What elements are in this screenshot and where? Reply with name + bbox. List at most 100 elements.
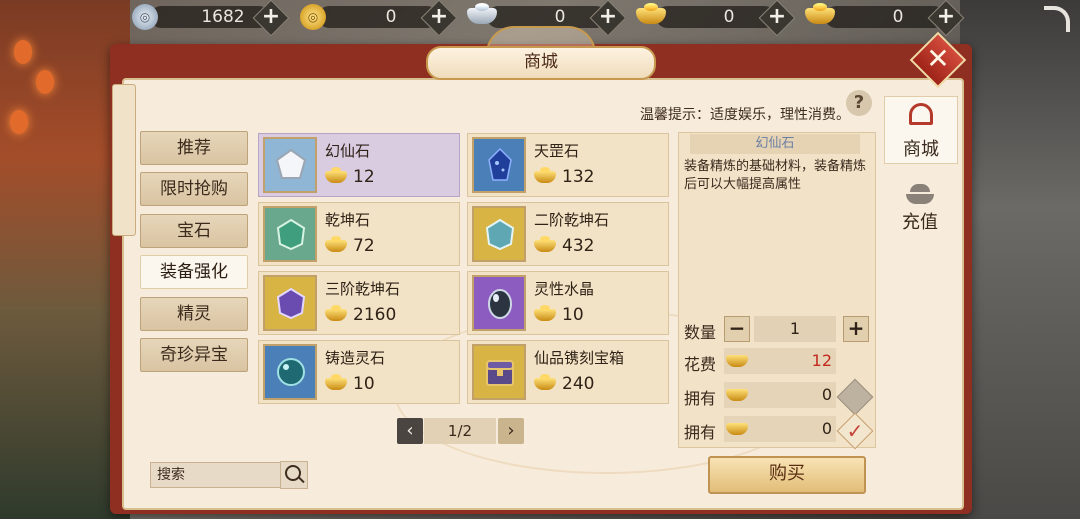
search-input[interactable]: 搜索 [150,462,288,488]
page-title: 商城 [426,46,656,80]
increase-quantity-button[interactable]: + [843,316,869,342]
shop-item[interactable]: 幻仙石 12 [258,133,460,197]
gold-ingot-icon [325,305,347,321]
search-icon [285,465,301,481]
item-thumbnail [263,344,317,400]
treasure-chest-icon [486,360,514,386]
item-thumbnail [263,275,317,331]
teal-orb-icon [277,358,305,386]
cost-box: 12 [724,348,836,374]
side-tab-label: 商城 [903,139,939,160]
owned-value: 0 [821,419,832,438]
add-currency-button[interactable] [252,0,290,37]
side-tab-shop[interactable]: 商城 [884,96,958,164]
lantern-decoration [14,40,32,64]
gold-ingot-icon [726,355,748,367]
add-currency-button[interactable] [589,0,627,37]
item-price: 2160 [353,305,397,325]
side-tab-topup[interactable]: 充值 [884,184,956,238]
item-name: 仙品镌刻宝箱 [534,349,625,367]
side-tab-label: 充值 [902,212,938,233]
owned-label: 拥有 [684,423,717,442]
teal-stone-icon [485,218,515,251]
search-button[interactable] [280,461,308,489]
gold-ingot-icon [534,167,556,183]
next-page-button[interactable]: › [498,418,524,444]
item-price: 12 [353,167,375,187]
add-currency-button[interactable] [927,0,965,37]
gold-ingot-icon [325,236,347,252]
item-price: 132 [562,167,595,187]
owned-box: 0 [724,416,836,442]
minus-icon: − [728,316,746,340]
prev-page-button[interactable]: ‹ [397,418,423,444]
page-indicator: 1/2 [424,418,496,444]
shop-item[interactable]: 乾坤石 72 [258,202,460,266]
item-price: 240 [562,374,595,394]
owned-value: 0 [821,385,832,404]
help-icon[interactable]: ? [846,90,872,116]
item-thumbnail [263,206,317,262]
purple-stone-icon [276,287,306,320]
item-thumbnail [472,344,526,400]
lantern-decoration [10,110,28,134]
lantern-decoration [36,70,54,94]
item-price: 10 [353,374,375,394]
item-name: 二阶乾坤石 [534,211,610,229]
detail-item-name: 幻仙石 [690,134,860,154]
checkmark-icon: ✓ [846,419,864,443]
item-price: 72 [353,236,375,256]
owned-label: 拥有 [684,389,717,408]
buy-button[interactable]: 购买 [708,456,866,494]
shop-item[interactable]: 二阶乾坤石 432 [467,202,669,266]
blue-crystal-icon [488,148,512,181]
item-thumbnail [472,275,526,331]
close-icon: ✕ [926,42,950,75]
detail-description: 装备精炼的基础材料，装备精炼后可以大幅提高属性 [684,159,867,192]
gold-ingot-icon [726,389,748,401]
gold-ingot-icon [534,236,556,252]
item-thumbnail [263,137,317,193]
item-price: 432 [562,236,595,256]
green-stone-icon [276,218,306,251]
add-currency-button[interactable] [420,0,458,37]
item-name: 灵性水晶 [534,280,595,298]
item-thumbnail [472,137,526,193]
shop-item[interactable]: 天罡石 132 [467,133,669,197]
category-tab[interactable]: 精灵 [140,297,248,331]
add-currency-button[interactable] [758,0,796,37]
shop-item[interactable]: 铸造灵石 10 [258,340,460,404]
quantity-value[interactable]: 1 [754,316,836,342]
item-name: 乾坤石 [325,211,371,229]
category-tab[interactable]: 宝石 [140,214,248,248]
item-name: 铸造灵石 [325,349,386,367]
cost-value: 12 [811,351,832,370]
category-tab[interactable]: 限时抢购 [140,172,248,206]
decrease-quantity-button[interactable]: − [724,316,750,342]
shop-item[interactable]: 三阶乾坤石 2160 [258,271,460,335]
gold-ingot-icon [534,374,556,390]
item-name: 三阶乾坤石 [325,280,401,298]
cost-label: 花费 [684,355,717,374]
category-tab[interactable]: 奇珍异宝 [140,338,248,372]
gold-ingot-icon [534,305,556,321]
owned-box: 0 [724,382,836,408]
background-scene-right [960,0,1080,519]
shop-item[interactable]: 仙品镌刻宝箱 240 [467,340,669,404]
shop-icon [909,103,933,125]
gold-ingot-icon [325,167,347,183]
item-price: 10 [562,305,584,325]
item-name: 天罡石 [534,142,580,160]
shop-item[interactable]: 灵性水晶 10 [467,271,669,335]
category-tab-active[interactable]: 装备强化 [140,255,248,289]
top-up-icon [906,184,934,208]
silver-coin-icon: ◎ [132,4,158,30]
chevron-right-icon: › [507,420,515,441]
item-thumbnail [472,206,526,262]
gold-ingot-icon [325,374,347,390]
quantity-label: 数量 [684,323,717,342]
scroll-roller-decoration [112,84,136,236]
gold-coin-icon: ◎ [300,4,326,30]
category-tab[interactable]: 推荐 [140,131,248,165]
chevron-left-icon: ‹ [406,420,414,441]
